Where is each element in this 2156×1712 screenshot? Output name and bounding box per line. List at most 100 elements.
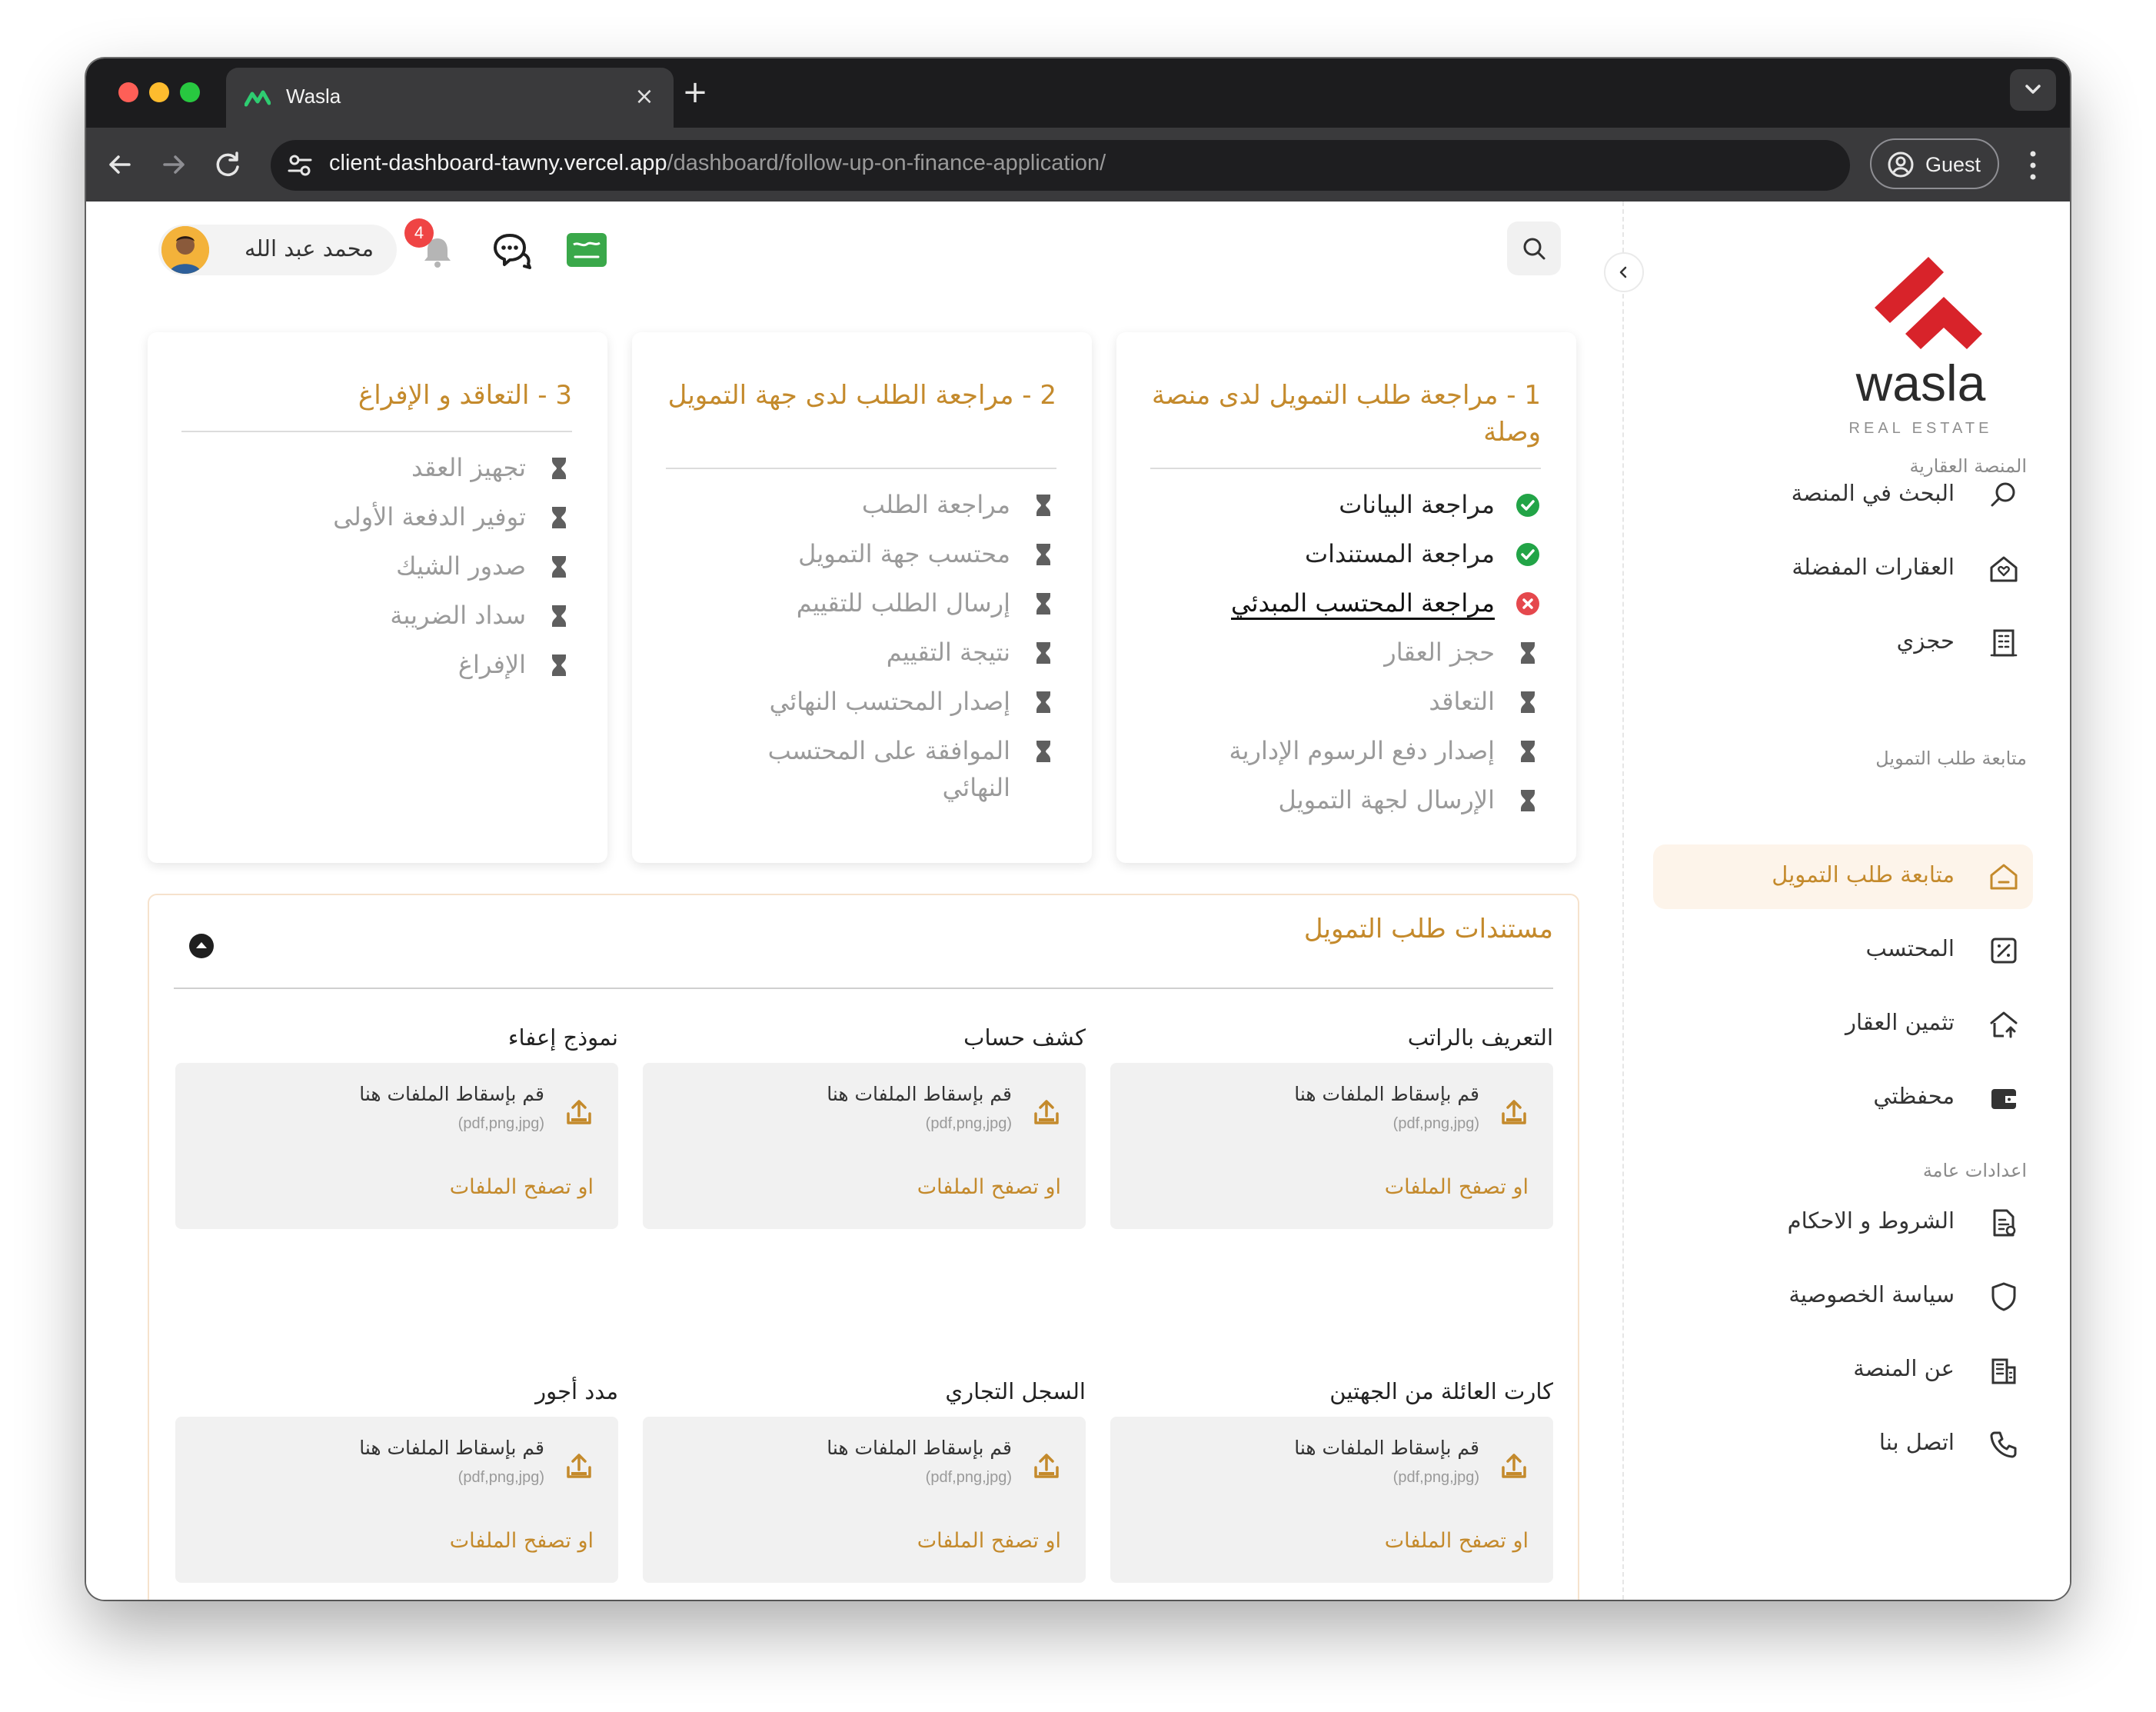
hourglass-icon (552, 507, 566, 528)
site-settings-icon[interactable] (284, 150, 315, 181)
sidebar-item-about[interactable]: عن المنصة (1653, 1338, 2033, 1403)
hourglass-icon (1036, 593, 1050, 615)
user-menu[interactable]: محمد عبد الله (158, 225, 397, 275)
saudi-flag-icon[interactable] (566, 232, 607, 268)
hourglass-icon (1036, 691, 1050, 713)
step-title: 2 - مراجعة الطلب لدى جهة التمويل (667, 380, 1056, 411)
file-dropzone[interactable]: قم بإسقاط الملفات هنا (pdf,png,jpg) او ت… (175, 1417, 618, 1583)
forward-arrow-icon[interactable] (155, 146, 192, 183)
doc-label: كشف حساب (963, 1024, 1086, 1051)
sidebar-item-finance-followup[interactable]: متابعة طلب التمويل (1653, 844, 2033, 909)
upload-icon (567, 1100, 591, 1124)
sidebar-item-calculator[interactable]: المحتسب (1653, 918, 2033, 983)
browse-files-link[interactable]: او تصفح الملفات (450, 1529, 594, 1553)
check-circle-icon (1516, 494, 1539, 517)
browse-files-link[interactable]: او تصفح الملفات (1385, 1175, 1529, 1199)
reload-icon[interactable] (209, 146, 246, 183)
step-item: الموافقة على المحتسب النهائي (657, 732, 1056, 802)
more-menu-icon[interactable] (2025, 148, 2041, 183)
search-button[interactable] (1507, 221, 1561, 275)
profile-button[interactable]: Guest (1870, 138, 1999, 189)
address-bar[interactable]: client-dashboard-tawny.vercel.app/dashbo… (271, 140, 1850, 191)
sidebar: wasla REAL ESTATE المنصة العقارية البحث … (1604, 202, 2070, 1600)
favorite-home-icon (1990, 556, 2018, 582)
browser-window: Wasla × + client-dashboard-tawny.vercel.… (86, 58, 2070, 1600)
phone-icon (1990, 1431, 2017, 1458)
browser-toolbar: client-dashboard-tawny.vercel.app/dashbo… (86, 128, 2070, 202)
tab-close-icon[interactable]: × (629, 82, 660, 112)
step-item: محتسب جهة التمويل (657, 535, 1056, 581)
hourglass-icon (1521, 691, 1535, 713)
sidebar-section-title: اعدادات عامة (1922, 1160, 2027, 1181)
step-item: سداد الضريبة (172, 597, 572, 643)
browser-tab[interactable]: Wasla × (226, 68, 674, 128)
step-item: إصدار دفع الرسوم الإدارية (1141, 732, 1541, 778)
step-title: 3 - التعاقد و الإفراغ (358, 380, 572, 411)
office-icon (1991, 1358, 2016, 1384)
step-item: الإرسال لجهة التمويل (1141, 781, 1541, 828)
chat-icon[interactable] (489, 231, 534, 271)
hourglass-icon (552, 654, 566, 676)
file-dropzone[interactable]: قم بإسقاط الملفات هنا (pdf,png,jpg) او ت… (175, 1063, 618, 1229)
back-arrow-icon[interactable] (101, 146, 138, 183)
step-item[interactable]: مراجعة المحتسب المبدئي (1141, 585, 1541, 631)
sidebar-collapse-button[interactable] (1604, 252, 1644, 292)
hourglass-icon (1036, 642, 1050, 664)
file-dropzone[interactable]: قم بإسقاط الملفات هنا (pdf,png,jpg) او ت… (1110, 1417, 1553, 1583)
upload-icon (567, 1454, 591, 1478)
doc-label: كارت العائلة من الجهتين (1329, 1378, 1553, 1404)
sidebar-item-label: المحتسب (1865, 935, 1955, 961)
step-item: حجز العقار (1141, 634, 1541, 680)
collapse-up-icon[interactable] (188, 932, 215, 960)
search-icon (1991, 482, 2015, 507)
sidebar-item-label: سياسة الخصوصية (1788, 1281, 1955, 1307)
check-circle-icon (1516, 543, 1539, 566)
upload-icon (1034, 1100, 1059, 1124)
url-text: client-dashboard-tawny.vercel.app/dashbo… (329, 151, 1106, 175)
browse-files-link[interactable]: او تصفح الملفات (917, 1175, 1061, 1199)
sidebar-item-favorites[interactable]: العقارات المفضلة (1653, 537, 2033, 601)
brand-subtitle: REAL ESTATE (1848, 420, 1993, 437)
browse-files-link[interactable]: او تصفح الملفات (1385, 1529, 1529, 1553)
file-dropzone[interactable]: قم بإسقاط الملفات هنا (pdf,png,jpg) او ت… (643, 1417, 1086, 1583)
tab-search-button[interactable] (2010, 69, 2056, 111)
shield-icon (1991, 1282, 2016, 1311)
close-window-button[interactable] (118, 82, 138, 102)
sidebar-item-bookings[interactable]: حجزي (1653, 611, 2033, 675)
upload-icon (1502, 1100, 1526, 1124)
hourglass-icon (1036, 544, 1050, 565)
step-divider (666, 468, 1056, 469)
maximize-window-button[interactable] (180, 82, 200, 102)
browse-files-link[interactable]: او تصفح الملفات (450, 1175, 594, 1199)
file-dropzone[interactable]: قم بإسقاط الملفات هنا (pdf,png,jpg) او ت… (643, 1063, 1086, 1229)
sidebar-item-privacy[interactable]: سياسة الخصوصية (1653, 1264, 2033, 1329)
profile-label: Guest (1925, 153, 1981, 176)
step-item: التعاقد (1141, 683, 1541, 729)
sidebar-item-label: اتصل بنا (1878, 1429, 1955, 1455)
hourglass-icon (1036, 495, 1050, 516)
new-tab-button[interactable]: + (678, 77, 712, 111)
sidebar-item-label: عن المنصة (1853, 1355, 1955, 1381)
avatar (161, 226, 209, 274)
file-dropzone[interactable]: قم بإسقاط الملفات هنا (pdf,png,jpg) او ت… (1110, 1063, 1553, 1229)
sidebar-item-label: متابعة طلب التمويل (1772, 861, 1955, 888)
chevron-left-icon (1619, 266, 1627, 278)
sidebar-item-label: الشروط و الاحكام (1787, 1207, 1955, 1234)
browser-titlebar: Wasla × + (86, 58, 2070, 128)
hourglass-icon (1521, 790, 1535, 811)
home-upload-icon (1990, 1011, 2018, 1038)
step-item: مراجعة الطلب (657, 486, 1056, 532)
hourglass-icon (1036, 741, 1050, 762)
sidebar-item-contact[interactable]: اتصل بنا (1653, 1412, 2033, 1477)
browse-files-link[interactable]: او تصفح الملفات (917, 1529, 1061, 1553)
step-card-3: 3 - التعاقد و الإفراغ تجهيز العقد توفير … (148, 332, 607, 863)
sidebar-item-wallet[interactable]: محفظتي (1653, 1066, 2033, 1131)
hourglass-icon (552, 605, 566, 627)
minimize-window-button[interactable] (149, 82, 169, 102)
sidebar-item-valuation[interactable]: تثمين العقار (1653, 992, 2033, 1057)
sidebar-item-terms[interactable]: الشروط و الاحكام (1653, 1191, 2033, 1255)
step-card-1: 1 - مراجعة طلب التمويل لدى منصة وصلة مرا… (1116, 332, 1576, 863)
sidebar-item-label: حجزي (1896, 628, 1955, 654)
sidebar-item-search[interactable]: البحث في المنصة (1653, 463, 2033, 528)
notification-badge: 4 (404, 218, 434, 248)
